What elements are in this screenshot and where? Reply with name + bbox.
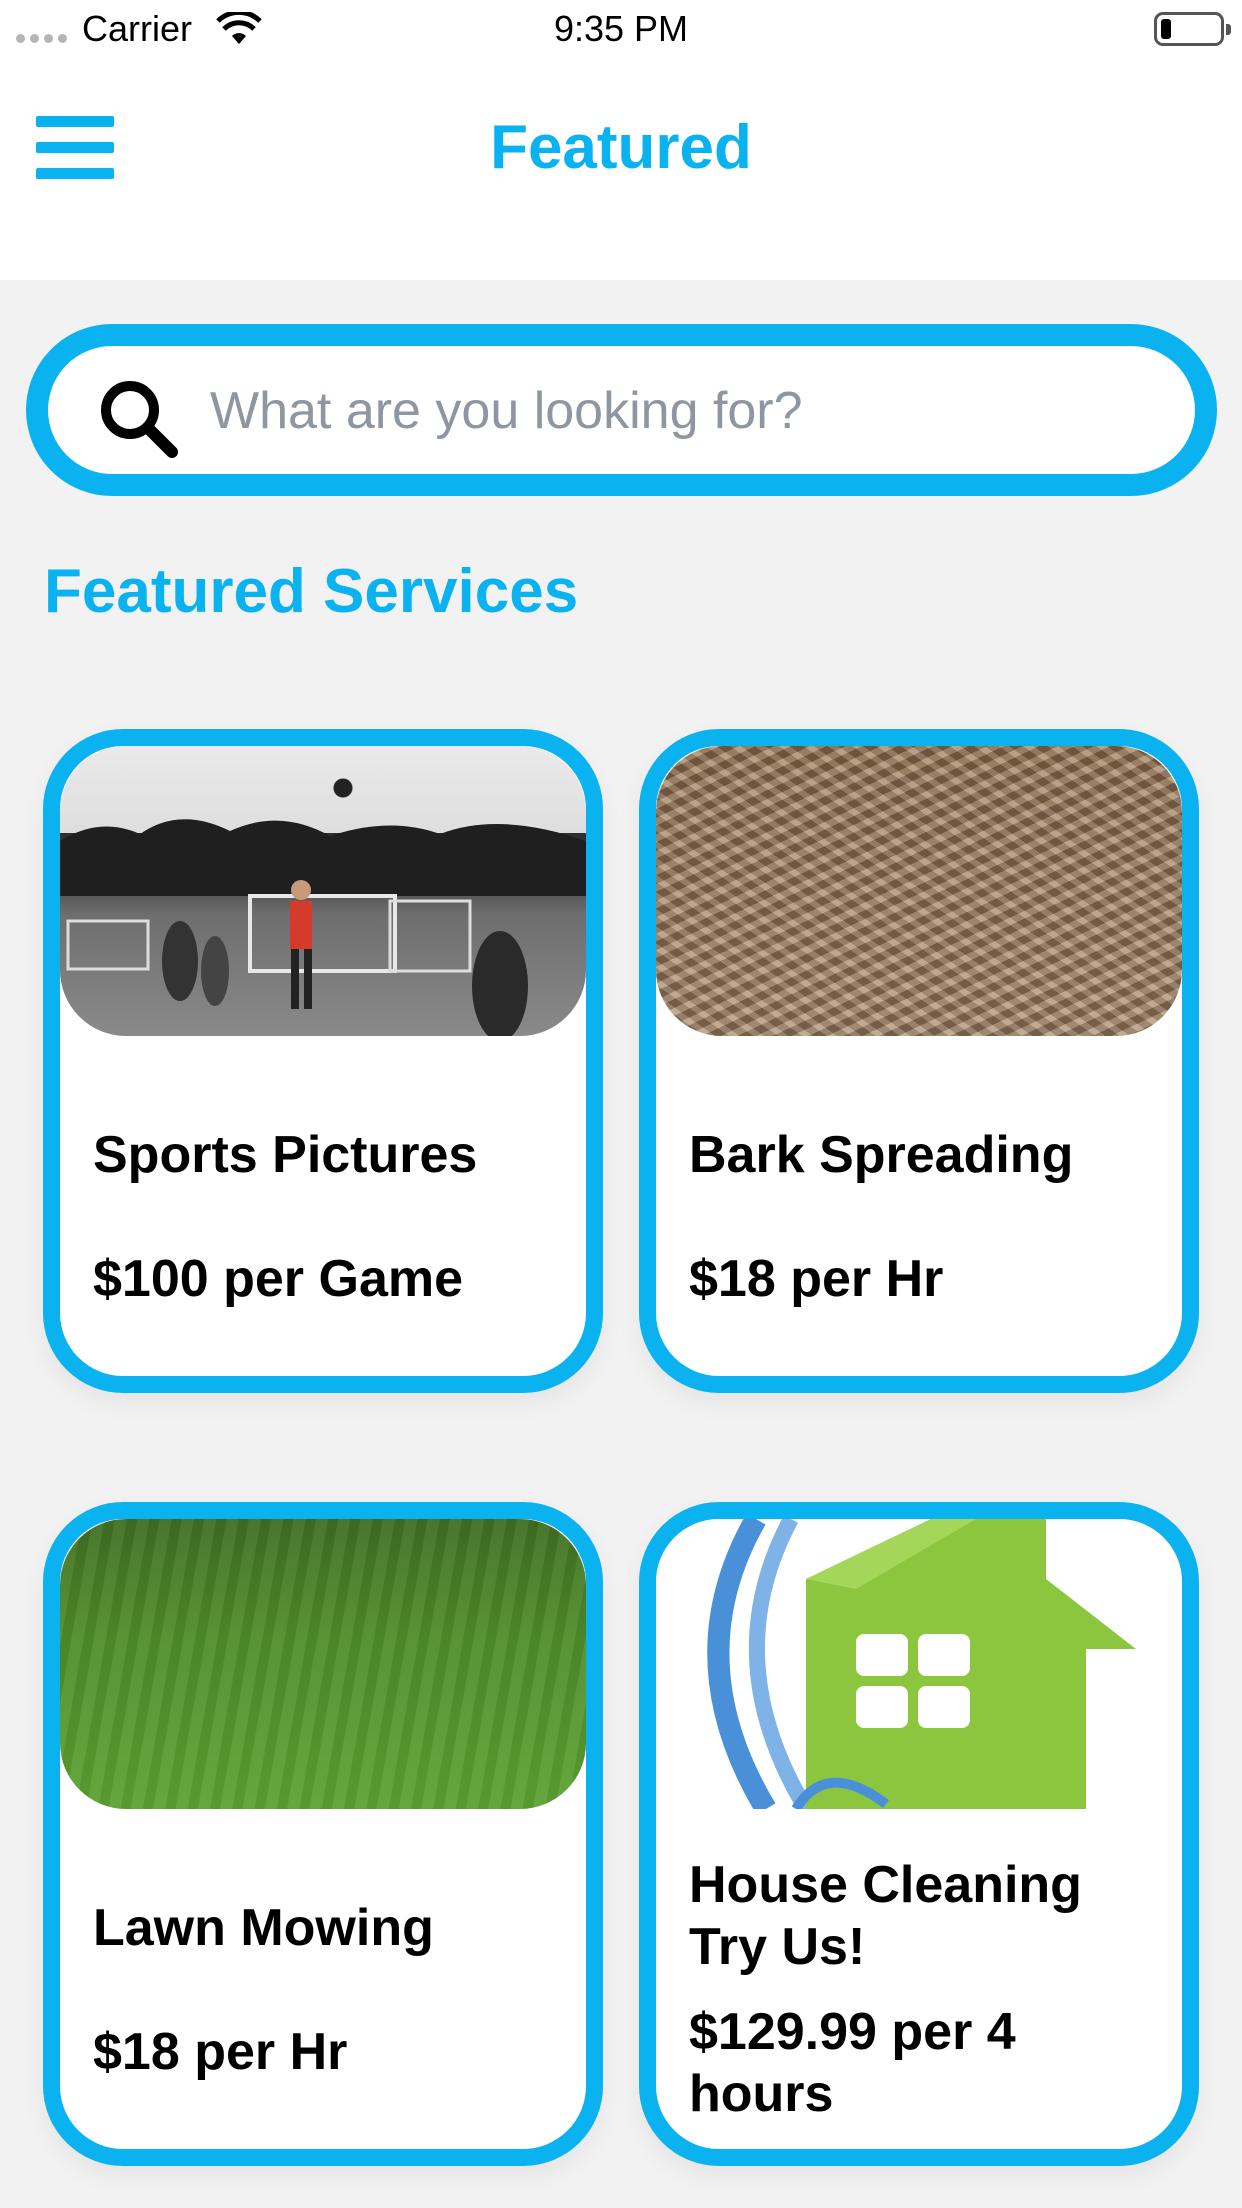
- service-card-lawn-mowing[interactable]: Lawn Mowing $18 per Hr: [43, 1502, 603, 2166]
- service-card-bark-spreading[interactable]: Bark Spreading $18 per Hr: [639, 729, 1199, 1393]
- search-input[interactable]: [210, 376, 1160, 446]
- battery-icon: [1154, 12, 1231, 46]
- search-icon: [101, 381, 178, 458]
- service-card-sports-pictures[interactable]: Sports Pictures $100 per Game: [43, 729, 603, 1393]
- service-card-house-cleaning[interactable]: House Cleaning Try Us! $129.99 per 4 hou…: [639, 1502, 1199, 2166]
- service-title: Sports Pictures: [93, 1126, 478, 1184]
- service-price: $18 per Hr: [93, 2023, 348, 2081]
- section-title: Featured Services: [44, 557, 579, 626]
- page-title: Featured: [490, 113, 752, 182]
- search-bar[interactable]: [26, 324, 1217, 496]
- status-bar: Carrier 9:35 PM: [0, 0, 1242, 60]
- house-logo-icon: [707, 1519, 1136, 1809]
- service-price: $129.99 per 4 hours: [689, 2003, 1016, 2123]
- service-price: $100 per Game: [93, 1250, 464, 1308]
- grass-lawn-photo: [60, 1519, 586, 1809]
- status-time: 9:35 PM: [553, 8, 689, 49]
- soccer-game-photo: [60, 746, 586, 1036]
- service-title: Lawn Mowing: [93, 1899, 434, 1957]
- service-price: $18 per Hr: [689, 1250, 944, 1308]
- service-title: House Cleaning Try Us!: [689, 1856, 1082, 1976]
- bark-mulch-photo: [656, 746, 1182, 1036]
- navigation-bar: Featured: [0, 60, 1242, 280]
- service-title: Bark Spreading: [689, 1126, 1074, 1184]
- soccer-game-illustration: [60, 819, 586, 1036]
- house-logo: [656, 1519, 1182, 1809]
